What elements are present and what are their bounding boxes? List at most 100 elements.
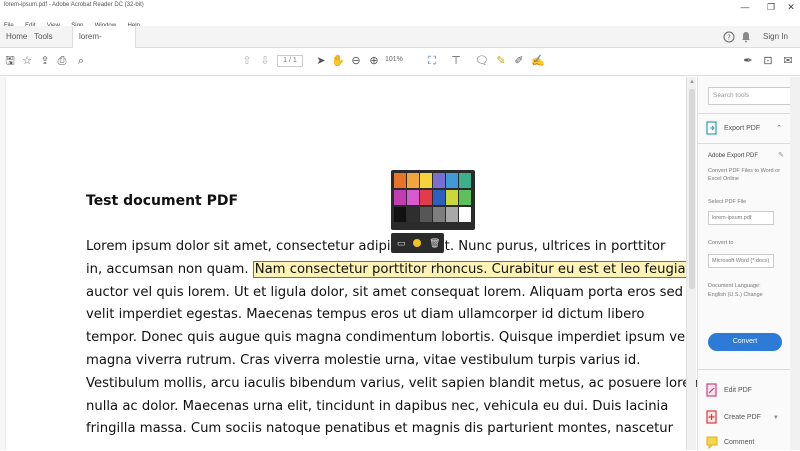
highlight-mini-toolbar: ▭ 🗑 — [391, 233, 444, 253]
select-file-label: Select PDF File — [708, 199, 747, 205]
fit-page-icon[interactable]: ⛶ — [425, 54, 439, 68]
text-line: auctor vel quis lorem. Ut et ligula dolo… — [86, 284, 684, 300]
document-language-label: Document Language: — [708, 283, 761, 289]
svg-text:?: ? — [727, 34, 731, 42]
share-email-icon[interactable]: ✉ — [781, 54, 795, 68]
right-panel-scrollbar[interactable] — [790, 77, 800, 450]
create-pdf-icon — [706, 410, 718, 424]
comment-icon[interactable]: 🗨 — [475, 54, 489, 68]
title-bar: lorem-ipsum.pdf - Adobe Acrobat Reader D… — [0, 0, 800, 14]
edit-pdf-icon — [706, 383, 718, 397]
color-picker-icon[interactable] — [413, 239, 421, 247]
document-scrollbar[interactable]: ▲ — [686, 77, 696, 450]
draw-icon[interactable]: ✐ — [512, 54, 526, 68]
window-title: lorem-ipsum.pdf - Adobe Acrobat Reader D… — [4, 2, 144, 8]
convert-to-label: Convert to — [708, 240, 734, 246]
upload-icon[interactable]: ⇪ — [38, 54, 52, 68]
color-swatch[interactable] — [446, 173, 458, 188]
text-line: nulla ac dolor. Maecenas urna elit, tinc… — [86, 398, 669, 414]
color-swatch[interactable] — [446, 190, 458, 205]
edit-icon[interactable]: ✎ — [778, 151, 784, 159]
export-pdf-header[interactable]: Export PDF ⌃ — [706, 121, 782, 135]
sign-icon[interactable]: ✍ — [531, 54, 545, 68]
delete-icon[interactable]: 🗑 — [429, 237, 440, 249]
fill-sign-icon[interactable]: ✒ — [741, 54, 755, 68]
create-pdf-tool[interactable]: Create PDF ▼ — [706, 410, 779, 424]
help-icon[interactable]: ? — [723, 26, 735, 48]
color-swatch[interactable] — [420, 173, 432, 188]
divider — [698, 369, 800, 370]
comment-icon[interactable]: ▭ — [397, 237, 406, 249]
text-line-highlighted: in, accumsan non quam. Nam consectetur p… — [86, 259, 693, 282]
page-total: / 1 — [289, 57, 297, 64]
select-cursor-icon[interactable]: ➤ — [314, 54, 328, 68]
scrollbar-thumb[interactable] — [689, 89, 695, 289]
next-page-icon[interactable]: ⇩ — [258, 54, 272, 68]
search-tools-input[interactable]: Search tools — [708, 87, 792, 105]
select-file-dropdown[interactable]: lorem-ipsum.pdf — [708, 211, 774, 225]
adobe-export-title: Adobe Export PDF — [708, 153, 759, 159]
notification-bell-icon[interactable] — [741, 26, 751, 48]
text-line: fringilla massa. Cum sociis natoque pena… — [86, 421, 674, 437]
document-heading: Test document PDF — [86, 193, 239, 209]
text-line: magna viverra rutrum. Cras viverra moles… — [86, 352, 641, 368]
color-swatch[interactable] — [407, 190, 419, 205]
comment-tool-label: Comment — [723, 438, 755, 446]
document-language-value[interactable]: English (U.S.) Change — [708, 291, 782, 299]
share-icon[interactable]: ⊡ — [761, 54, 775, 68]
highlighted-text[interactable]: Nam consectetur porttitor rhoncus. Curab… — [252, 260, 693, 278]
text-line: Lorem ipsum dolor sit amet, consectetur … — [86, 239, 666, 254]
hand-tool-icon[interactable]: ✋ — [331, 54, 345, 68]
menu-bar: File Edit View Sign Window Help — [0, 14, 800, 29]
color-swatch[interactable] — [433, 190, 445, 205]
minimize-button[interactable]: — — [732, 0, 758, 14]
zoom-in-icon[interactable]: ⊕ — [367, 54, 381, 68]
highlight-pen-icon[interactable]: ✎ — [494, 54, 508, 68]
convert-to-dropdown[interactable]: Microsoft Word (*.docx) — [708, 254, 774, 268]
export-pdf-icon — [706, 121, 718, 135]
save-icon[interactable]: 🖫 — [3, 54, 17, 68]
tab-bar: Home Tools lorem-ipsum.pdf × ? Sign In — [0, 26, 800, 85]
close-window-button[interactable]: ✕ — [778, 0, 800, 14]
collapse-chevron-icon[interactable]: ⌃ — [776, 125, 782, 132]
scroll-up-icon[interactable]: ▲ — [689, 79, 695, 85]
left-nav-edge[interactable] — [0, 77, 6, 450]
page-number-input[interactable]: 1 / 1 — [277, 55, 303, 67]
comment-tool[interactable]: Comment — [706, 435, 755, 450]
prev-page-icon[interactable]: ⇧ — [240, 54, 254, 68]
color-swatch[interactable] — [407, 207, 419, 222]
color-swatch[interactable] — [446, 207, 458, 222]
sign-in-button[interactable]: Sign In — [763, 26, 788, 48]
edit-pdf-label: Edit PDF — [723, 386, 752, 394]
tab-tools[interactable]: Tools — [28, 26, 59, 48]
color-swatch[interactable] — [394, 173, 406, 188]
zoom-out-icon[interactable]: ⊖ — [349, 54, 363, 68]
print-icon[interactable]: ⎙ — [55, 54, 69, 68]
color-swatch[interactable] — [407, 173, 419, 188]
edit-pdf-tool[interactable]: Edit PDF — [706, 383, 752, 397]
export-pdf-label: Export PDF — [723, 124, 761, 132]
text-line: velit imperdiet egestas. Maecenas tempus… — [86, 307, 645, 323]
color-swatch[interactable] — [459, 173, 471, 188]
color-swatch[interactable] — [420, 190, 432, 205]
color-swatch[interactable] — [433, 173, 445, 188]
color-swatch[interactable] — [420, 207, 432, 222]
color-swatch[interactable] — [394, 190, 406, 205]
expand-chevron-icon[interactable]: ▼ — [773, 415, 779, 421]
divider — [698, 143, 800, 144]
color-swatch[interactable] — [459, 207, 471, 222]
color-swatch[interactable] — [394, 207, 406, 222]
color-swatch[interactable] — [433, 207, 445, 222]
document-paragraph: Lorem ipsum dolor sit amet, consectetur … — [86, 236, 704, 441]
comment-tool-icon — [706, 435, 718, 450]
text-line: Vestibulum mollis, arcu iaculis bibendum… — [86, 375, 704, 391]
tab-document[interactable]: lorem-ipsum.pdf × — [72, 26, 136, 85]
bookmark-star-icon[interactable]: ☆ — [20, 54, 34, 68]
right-tools-panel: Search tools Export PDF ⌃ Adobe Export P… — [697, 77, 800, 450]
text-line-prefix: in, accumsan non quam. — [86, 261, 253, 277]
zoom-search-icon[interactable]: ⌕ — [74, 54, 88, 68]
zoom-level-select[interactable]: 101% — [385, 56, 403, 63]
color-swatch[interactable] — [459, 190, 471, 205]
convert-button[interactable]: Convert — [708, 333, 782, 351]
scroll-mode-icon[interactable]: ⊤ — [449, 54, 463, 68]
